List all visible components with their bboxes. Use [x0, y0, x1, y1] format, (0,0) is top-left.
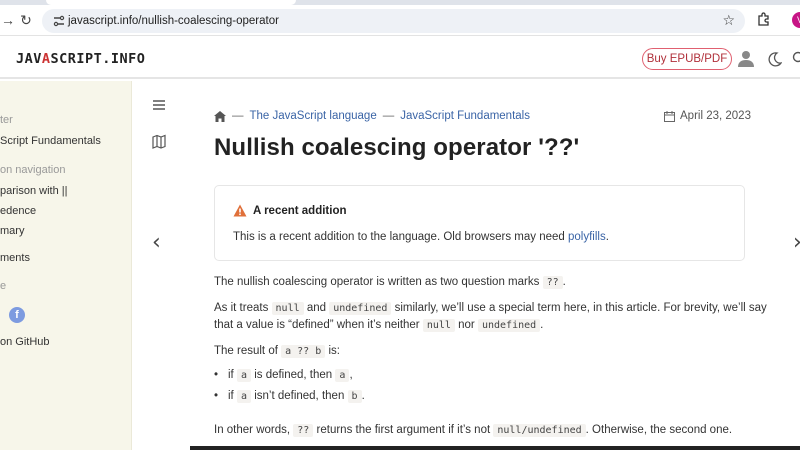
inline-code: undefined	[477, 319, 541, 332]
text: and	[306, 302, 327, 314]
sidebar-item-summary[interactable]: mary	[0, 225, 24, 237]
site-info-icon[interactable]	[51, 13, 67, 29]
inline-code: a ?? b	[281, 345, 326, 358]
publish-date: April 23, 2023	[664, 110, 751, 122]
inline-code: b	[347, 390, 362, 403]
sidebar-item-comments[interactable]: ments	[0, 252, 30, 264]
breadcrumb-separator: —	[382, 110, 395, 122]
logo-text-2: A	[41, 51, 51, 67]
notice-title-text: A recent addition	[253, 204, 347, 217]
bookmark-star-icon[interactable]: ☆	[722, 12, 735, 29]
text: ,	[349, 369, 353, 381]
home-icon[interactable]	[214, 110, 226, 122]
inline-code: null	[422, 319, 455, 332]
reload-icon[interactable]: ↻	[18, 12, 34, 28]
sidebar-chapter-heading: ter	[0, 114, 13, 126]
inline-code: null	[271, 302, 304, 315]
text: nor	[458, 319, 475, 331]
bullet-dot: •	[214, 390, 219, 402]
browser-toolbar: → ↻ javascript.info/nullish-coalescing-o…	[0, 0, 800, 36]
breadcrumb: — The JavaScript language — JavaScript F…	[214, 110, 530, 122]
text: The nullish coalescing operator is writt…	[214, 276, 540, 288]
site-header: JAVASCRIPT.INFO Buy EPUB/PDF	[0, 37, 800, 79]
text: In other words,	[214, 424, 291, 436]
inline-code: null/undefined	[493, 424, 586, 437]
text: if	[228, 369, 234, 381]
text: . Otherwise, the second one.	[585, 424, 733, 436]
extensions-icon[interactable]	[757, 12, 771, 26]
inline-code: a	[335, 369, 350, 382]
forward-icon[interactable]: →	[0, 12, 16, 28]
active-tab[interactable]	[46, 0, 296, 5]
map-icon[interactable]	[150, 134, 168, 150]
inline-code: a	[236, 390, 251, 403]
text: As it treats	[214, 302, 269, 314]
menu-icon[interactable]	[150, 97, 168, 113]
notice-body: This is a recent addition to the languag…	[233, 231, 609, 243]
notice-title: A recent addition	[233, 204, 347, 217]
notice-body-end: .	[605, 231, 609, 243]
text: .	[562, 276, 566, 288]
sidebar: ter Script Fundamentals on navigation pa…	[0, 81, 132, 450]
sidebar-share-heading: e	[0, 280, 7, 292]
text: .	[540, 319, 544, 331]
publish-date-text: April 23, 2023	[680, 110, 751, 122]
taskbar-edge	[190, 446, 800, 450]
paragraph-in-other-words: In other words, ?? returns the first arg…	[214, 421, 732, 440]
breadcrumb-link-js-language[interactable]: The JavaScript language	[250, 110, 377, 122]
list-item: • if a isn’t defined, then b.	[214, 390, 365, 403]
user-icon[interactable]	[737, 49, 755, 67]
calendar-icon	[664, 110, 675, 122]
search-icon[interactable]	[792, 51, 800, 65]
site-logo[interactable]: JAVASCRIPT.INFO	[16, 51, 145, 67]
url-text[interactable]: javascript.info/nullish-coalescing-opera…	[68, 13, 279, 29]
text: isn’t defined, then	[254, 390, 345, 402]
inline-code: undefined	[329, 302, 392, 315]
list-item: • if a is defined, then a,	[214, 369, 353, 382]
text: that a value is “defined” when it’s neit…	[214, 319, 420, 331]
text: .	[361, 390, 365, 402]
breadcrumb-link-js-fundamentals[interactable]: JavaScript Fundamentals	[400, 110, 530, 122]
dark-mode-icon[interactable]	[767, 52, 782, 67]
text: The result of	[214, 345, 278, 357]
sidebar-edit-github-link[interactable]: on GitHub	[0, 336, 50, 348]
paragraph-result: The result of a ?? b is:	[214, 342, 340, 361]
buy-epub-pdf-button[interactable]: Buy EPUB/PDF	[642, 48, 732, 70]
bullet-dot: •	[214, 369, 219, 381]
text: returns the first argument if it’s not	[316, 424, 491, 436]
text: is defined, then	[254, 369, 333, 381]
tab-strip	[0, 0, 800, 5]
profile-avatar[interactable]: V	[792, 12, 800, 28]
inline-code: ??	[542, 276, 563, 289]
notice-body-text: This is a recent addition to the languag…	[233, 231, 565, 243]
inline-code: a	[236, 369, 251, 382]
logo-text-1: JAV	[16, 51, 42, 67]
paragraph-defined-2: that a value is “defined” when it’s neit…	[214, 316, 543, 335]
next-lesson-arrow-icon[interactable]: ›	[793, 230, 800, 255]
recent-addition-notice: A recent addition This is a recent addit…	[214, 185, 745, 261]
address-bar[interactable]: javascript.info/nullish-coalescing-opera…	[42, 9, 745, 33]
paragraph-intro: The nullish coalescing operator is writt…	[214, 273, 566, 292]
page-title: Nullish coalescing operator '??'	[214, 134, 580, 161]
sidebar-item-precedence[interactable]: edence	[0, 205, 36, 217]
text: is:	[328, 345, 340, 357]
breadcrumb-separator: —	[232, 110, 244, 122]
sidebar-item-comparison[interactable]: parison with ||	[0, 185, 67, 197]
facebook-icon[interactable]: f	[9, 307, 25, 323]
inline-code: ??	[293, 424, 314, 437]
prev-lesson-arrow-icon[interactable]: ‹	[152, 230, 161, 255]
sidebar-chapter-link[interactable]: Script Fundamentals	[0, 135, 101, 147]
sidebar-section-nav-heading: on navigation	[0, 164, 66, 176]
warning-icon	[233, 204, 247, 217]
logo-text-3: SCRIPT.INFO	[50, 51, 146, 67]
text: similarly, we’ll use a special term here…	[394, 302, 767, 314]
polyfills-link[interactable]: polyfills	[568, 231, 606, 243]
text: if	[228, 390, 234, 402]
